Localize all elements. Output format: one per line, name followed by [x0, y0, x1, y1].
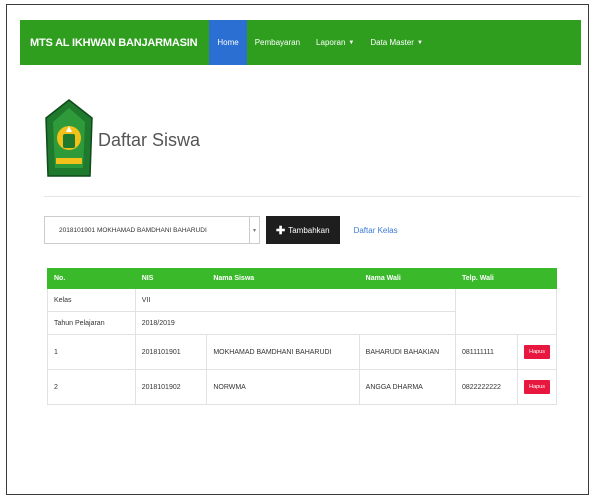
nav-home[interactable]: Home	[209, 20, 247, 65]
top-navbar: MTS AL IKHWAN BANJARMASIN Home Pembayara…	[20, 20, 581, 65]
cell-nis: 2018101902	[134, 369, 208, 405]
header-nama-siswa: Nama Siswa	[206, 268, 360, 289]
page-frame	[6, 4, 589, 495]
page-header: Daftar Siswa	[44, 98, 581, 197]
delete-button[interactable]: Hapus	[524, 380, 550, 394]
cell-no: 2	[47, 369, 136, 405]
cell-nis: 2018101901	[134, 334, 208, 370]
cell-no: 1	[47, 334, 136, 370]
nav-data-master-dropdown[interactable]: Data Master ▼	[362, 20, 431, 65]
delete-button[interactable]: Hapus	[524, 345, 550, 359]
cell-telp-wali: 081111111	[454, 334, 519, 370]
add-button-label: Tambahkan	[288, 225, 330, 235]
plus-icon: ✚	[276, 224, 286, 237]
cell-action: Hapus	[517, 369, 557, 405]
school-logo	[45, 99, 93, 177]
nav-data-master-label: Data Master	[370, 38, 414, 47]
tahun-label: Tahun Pelajaran	[47, 311, 136, 335]
student-select[interactable]: 2018101901 MOKHAMAD BAMDHANI BAHARUDI	[44, 216, 250, 244]
header-no: No.	[47, 268, 136, 289]
header-nis: NIS	[134, 268, 208, 289]
nav-laporan-label: Laporan	[316, 38, 346, 47]
cell-nama-siswa: NORWMA	[206, 369, 360, 405]
header-telp-wali: Telp. Wali	[454, 268, 519, 289]
table-row: 2 2018101902 NORWMA ANGGA DHARMA 0822222…	[47, 369, 557, 405]
header-nama-wali: Nama Wali	[358, 268, 456, 289]
add-student-button[interactable]: ✚ Tambahkan	[266, 216, 340, 244]
nav-laporan-dropdown[interactable]: Laporan ▼	[308, 20, 362, 65]
class-list-link[interactable]: Daftar Kelas	[354, 226, 398, 235]
nav-pembayaran-label: Pembayaran	[254, 38, 301, 47]
table-header-row: No. NIS Nama Siswa Nama Wali Telp. Wali	[47, 268, 557, 289]
tahun-value: 2018/2019	[134, 311, 456, 335]
cell-telp-wali: 0822222222	[454, 369, 519, 405]
info-spacer	[454, 288, 558, 335]
kelas-value: VII	[134, 288, 456, 312]
cell-action: Hapus	[517, 334, 557, 370]
table-row: 1 2018101901 MOKHAMAD BAMDHANI BAHARUDI …	[47, 334, 557, 370]
cell-nama-wali: BAHARUDI BAHAKIAN	[358, 334, 456, 370]
caret-down-icon: ▼	[348, 39, 355, 46]
cell-nama-wali: ANGGA DHARMA	[358, 369, 456, 405]
student-table: Kelas VII Tahun Pelajaran 2018/2019 No. …	[47, 268, 558, 405]
select-arrow-icon[interactable]: ▾	[250, 216, 260, 244]
caret-down-icon: ▼	[416, 39, 423, 46]
brand-name[interactable]: MTS AL IKHWAN BANJARMASIN	[30, 37, 198, 49]
nav-home-label: Home	[217, 38, 239, 47]
header-action	[517, 268, 557, 289]
cell-nama-siswa: MOKHAMAD BAMDHANI BAHARUDI	[206, 334, 360, 370]
page-title: Daftar Siswa	[98, 130, 201, 150]
info-row-kelas: Kelas VII	[47, 288, 558, 335]
student-controls: 2018101901 MOKHAMAD BAMDHANI BAHARUDI ▾ …	[44, 216, 398, 244]
nav-pembayaran[interactable]: Pembayaran	[247, 20, 308, 65]
kelas-label: Kelas	[47, 288, 136, 312]
